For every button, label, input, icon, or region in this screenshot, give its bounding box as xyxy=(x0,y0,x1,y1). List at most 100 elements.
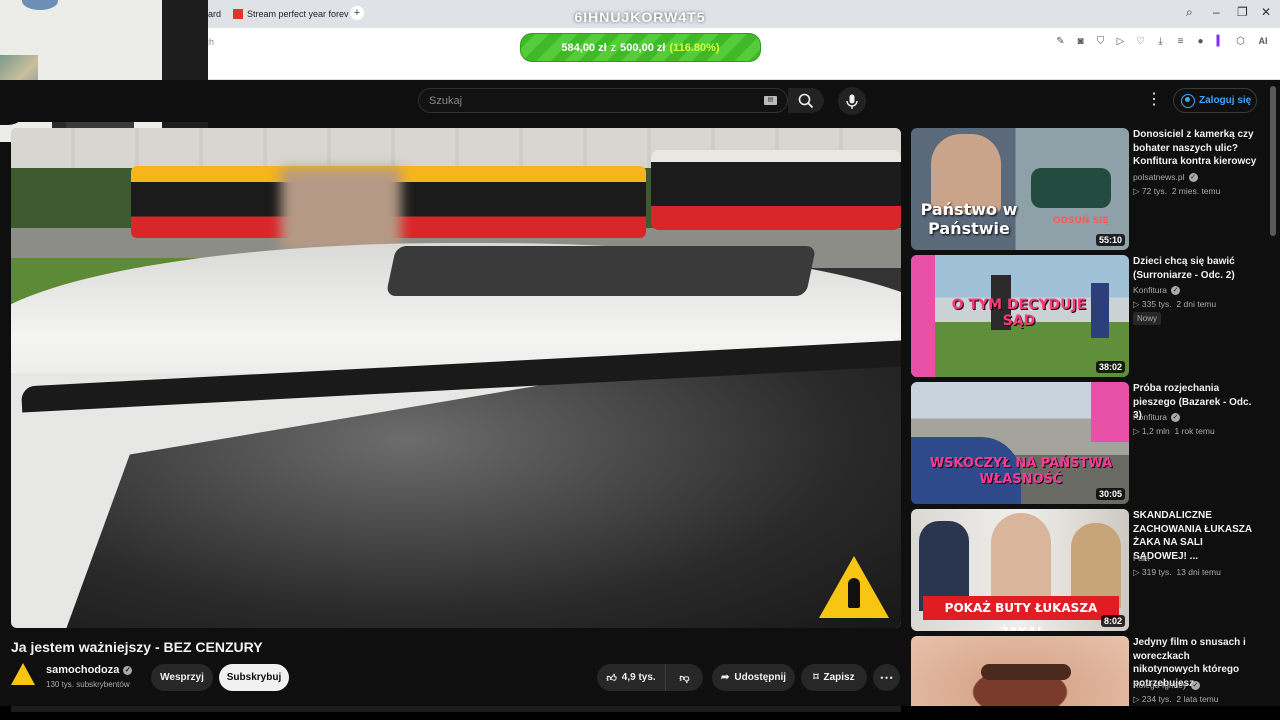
donation-current: 584,00 zł xyxy=(561,41,607,54)
recommendation-item[interactable]: O TYM DECYDUJE SĄD 38:02 Dzieci chcą się… xyxy=(911,255,1261,377)
edit-icon[interactable]: ✎ xyxy=(1052,33,1069,50)
recommendation-title[interactable]: SKANDALICZNE ZACHOWANIA ŁUKASZA ŻAKA NA … xyxy=(1133,509,1259,563)
upload-age: 13 dni temu xyxy=(1176,567,1221,577)
profile-icon[interactable]: ● xyxy=(1192,33,1209,50)
recommendation-channel-name: polsatnews.pl xyxy=(1133,172,1185,182)
thumbnail-caption: Państwo w Państwie xyxy=(920,200,1018,238)
play-icon[interactable]: ▷ xyxy=(1112,33,1129,50)
search-placeholder: Szukaj xyxy=(429,95,463,107)
search-input[interactable]: Szukaj ▤ xyxy=(418,88,788,113)
donation-progress-bar: 584,00 zł z 500,00 zł (116.80%) xyxy=(520,33,761,62)
blurred-face xyxy=(281,168,401,253)
dislike-button[interactable]: 👎︎ xyxy=(665,664,703,691)
recommendation-meta: ▷ 1,2 mln 1 rok temu xyxy=(1133,426,1215,436)
thumbnail-mustache xyxy=(981,664,1071,680)
view-count: 335 tys. xyxy=(1141,299,1172,309)
recommendation-channel-name: Kolega Ignacy xyxy=(1133,680,1187,690)
extension-icons: ✎ ◙ ⛉ ▷ ♡ ⤓ ≡ ● ▍ ⬡ AI xyxy=(1052,33,1274,50)
playlist-icon[interactable]: ≡ xyxy=(1172,33,1189,50)
thumbnail-pink-band xyxy=(1091,382,1129,442)
thumbs-up-icon: 👍︎ xyxy=(606,672,617,684)
video-thumbnail[interactable]: O TYM DECYDUJE SĄD 38:02 xyxy=(911,255,1129,377)
verified-icon: ✓ xyxy=(1171,285,1181,295)
recommendation-item[interactable]: POKAŻ BUTY ŁUKASZA ŻAKA! 8:02 SKANDALICZ… xyxy=(911,509,1261,631)
recommendation-item[interactable]: WSKOCZYŁ NA PAŃSTWA WŁASNOŚĆ 30:05 Próba… xyxy=(911,382,1261,504)
duration-badge: 8:02 xyxy=(1100,615,1125,627)
voice-search-button[interactable] xyxy=(838,87,866,115)
search-button[interactable] xyxy=(788,88,824,113)
warning-sign-icon xyxy=(819,556,889,620)
duration-badge: 38:02 xyxy=(1095,361,1125,373)
share-button[interactable]: ➦ Udostępnij xyxy=(712,664,795,691)
video-thumbnail[interactable]: WSKOCZYŁ NA PAŃSTWA WŁASNOŚĆ 30:05 xyxy=(911,382,1129,504)
recommendation-channel-name: Konfitura xyxy=(1133,412,1168,422)
save-label: Zapisz xyxy=(823,672,855,683)
verified-icon: ✓ xyxy=(1171,412,1181,422)
restore-icon[interactable]: ❐ xyxy=(1237,5,1248,19)
extensions-icon[interactable]: ⬡ xyxy=(1232,33,1249,50)
shield-icon[interactable]: ⛉ xyxy=(1092,33,1109,50)
channel-name[interactable]: samochodoza ✓ xyxy=(46,664,133,676)
thumbs-down-icon: 👎︎ xyxy=(679,672,690,684)
duration-badge: 55:10 xyxy=(1095,234,1125,246)
view-count: 72 tys. xyxy=(1141,186,1167,196)
recommendation-channel[interactable]: Konfitura ✓ xyxy=(1133,285,1181,295)
more-options-icon[interactable]: ⋮ xyxy=(1145,90,1163,110)
recommendation-channel-name: Fakt xyxy=(1133,553,1150,563)
recommendation-title[interactable]: Dzieci chcą się bawić (Surroniarze - Odc… xyxy=(1133,255,1259,282)
recommendation-channel[interactable]: Konfitura ✓ xyxy=(1133,412,1181,422)
upload-age: 2 lata temu xyxy=(1176,694,1219,704)
recommendation-title[interactable]: Donosiciel z kamerką czy bohater naszych… xyxy=(1133,128,1259,169)
recommendation-item[interactable]: Państwo w Państwie ODSUŃ SIĘ 55:10 Donos… xyxy=(911,128,1261,250)
browser-search-icon[interactable]: ⌕ xyxy=(1186,5,1193,20)
donation-percent: (116.80%) xyxy=(669,41,720,54)
subscribe-button[interactable]: Subskrybuj xyxy=(219,664,289,691)
recommendation-channel[interactable]: Kolega Ignacy ✓ xyxy=(1133,680,1200,690)
verified-icon: ✓ xyxy=(1190,680,1200,690)
share-icon: ➦ xyxy=(720,672,730,683)
view-count: 319 tys. xyxy=(1141,567,1172,577)
like-count: 4,9 tys. xyxy=(621,672,656,683)
thumbnail-badge: ODSUŃ SIĘ xyxy=(1053,216,1109,226)
upload-age: 2 dni temu xyxy=(1176,299,1217,309)
thumbnail-person xyxy=(991,513,1051,603)
verified-icon: ✓ xyxy=(1188,172,1198,182)
support-button[interactable]: Wesprzyj xyxy=(151,664,213,691)
recommendation-meta: ▷ 72 tys. 2 mies. temu xyxy=(1133,186,1221,196)
keyboard-icon[interactable]: ▤ xyxy=(764,96,777,105)
close-window-icon[interactable]: ✕ xyxy=(1261,5,1271,19)
sidebar-icon[interactable]: ▍ xyxy=(1212,33,1229,50)
recommendation-meta: ▷ 335 tys. 2 dni temu xyxy=(1133,299,1217,309)
recommendation-item[interactable]: Jedyny film o snusach i woreczkach nikot… xyxy=(911,636,1261,706)
verified-icon: ✓ xyxy=(123,665,133,675)
channel-avatar[interactable] xyxy=(11,663,37,689)
channel-name-text: samochodoza xyxy=(46,664,120,676)
thumbnail-car xyxy=(1031,168,1111,208)
account-icon xyxy=(1181,93,1195,108)
ai-button[interactable]: AI xyxy=(1252,33,1274,50)
recommendation-channel-name: Konfitura xyxy=(1133,285,1168,295)
download-icon[interactable]: ⤓ xyxy=(1152,33,1169,50)
new-badge: Nowy xyxy=(1133,312,1162,325)
subscriber-count: 130 tys. subskrybentów xyxy=(46,680,130,689)
upload-age: 1 rok temu xyxy=(1174,426,1215,436)
login-button[interactable]: Zaloguj się xyxy=(1173,88,1257,113)
minimize-icon[interactable]: – xyxy=(1213,5,1220,19)
video-thumbnail[interactable] xyxy=(911,636,1129,706)
recommendation-channel[interactable]: polsatnews.pl ✓ xyxy=(1133,172,1198,182)
recommendation-channel[interactable]: Fakt xyxy=(1133,553,1150,563)
save-button[interactable]: ⌑ Zapisz xyxy=(801,664,867,691)
heart-icon[interactable]: ♡ xyxy=(1132,33,1149,50)
video-player[interactable] xyxy=(11,128,901,628)
search-icon xyxy=(798,93,814,108)
donation-separator: z xyxy=(610,41,617,54)
video-thumbnail[interactable]: Państwo w Państwie ODSUŃ SIĘ 55:10 xyxy=(911,128,1129,250)
upload-age: 2 mies. temu xyxy=(1171,186,1221,196)
view-count: 234 tys. xyxy=(1141,694,1172,704)
page-scrollbar[interactable] xyxy=(1270,86,1276,236)
camera-icon[interactable]: ◙ xyxy=(1072,33,1089,50)
like-button[interactable]: 👍︎ 4,9 tys. xyxy=(597,664,665,691)
video-thumbnail[interactable]: POKAŻ BUTY ŁUKASZA ŻAKA! 8:02 xyxy=(911,509,1129,631)
more-actions-button[interactable]: ⋯ xyxy=(873,664,900,691)
microphone-icon xyxy=(846,94,858,109)
